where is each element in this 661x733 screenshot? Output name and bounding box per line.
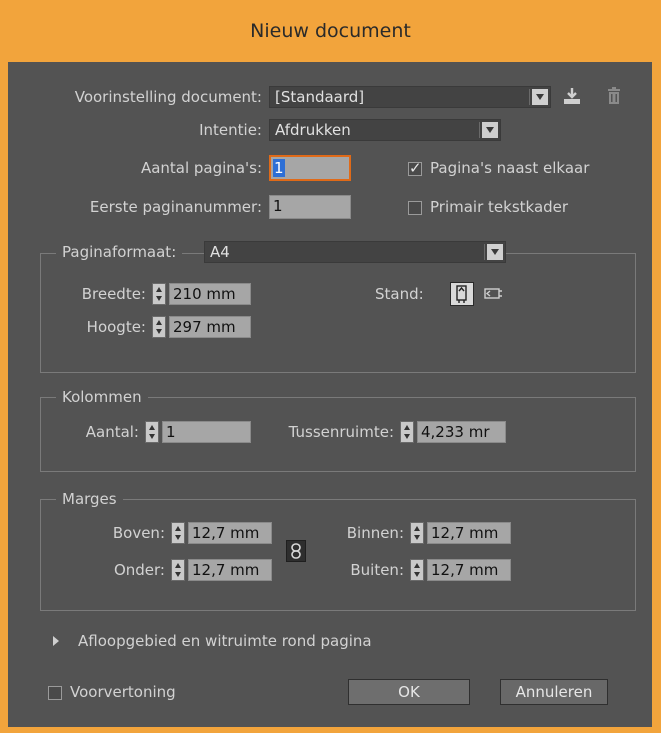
width-value: 210 mm	[173, 285, 236, 303]
margins-group	[40, 499, 636, 611]
trash-icon[interactable]	[604, 86, 624, 106]
margin-inside-value: 12,7 mm	[431, 524, 499, 542]
gutter-input[interactable]: 4,233 mr	[417, 421, 506, 443]
portrait-orientation-icon[interactable]	[450, 282, 474, 306]
page-size-dropdown[interactable]: A4	[204, 241, 506, 263]
save-preset-icon[interactable]	[562, 86, 582, 106]
dialog-title: Nieuw document	[250, 20, 411, 42]
columns-title: Kolommen	[56, 386, 148, 408]
page-size-separator	[484, 244, 485, 260]
margin-inside-input[interactable]: 12,7 mm	[427, 522, 511, 544]
primary-text-frame-label: Primair tekstkader	[430, 198, 569, 216]
page-size-value: A4	[210, 243, 230, 261]
orientation-label: Stand:	[375, 285, 424, 303]
margin-outside-label: Buiten:	[350, 561, 404, 579]
facing-pages-label: Pagina's naast elkaar	[430, 159, 590, 177]
intent-label: Intentie:	[199, 121, 262, 139]
intent-separator	[479, 122, 480, 138]
landscape-orientation-icon[interactable]	[482, 283, 504, 305]
gutter-stepper[interactable]	[400, 421, 414, 443]
page-size-group	[40, 253, 636, 373]
bleed-label: Afloopgebied en witruimte rond pagina	[78, 632, 372, 650]
facing-pages-checkbox[interactable]	[408, 159, 422, 177]
bleed-disclosure[interactable]: Afloopgebied en witruimte rond pagina	[48, 630, 428, 652]
preset-separator	[529, 89, 530, 105]
width-input[interactable]: 210 mm	[169, 283, 251, 305]
margin-inside-label: Binnen:	[346, 524, 404, 542]
gutter-value: 4,233 mr	[421, 423, 490, 441]
triangle-right-icon	[53, 636, 59, 646]
width-label: Breedte:	[81, 285, 146, 303]
pages-label: Aantal pagina's:	[140, 159, 262, 177]
intent-value: Afdrukken	[275, 121, 351, 139]
margin-outside-stepper[interactable]	[410, 559, 424, 581]
margin-inside-stepper[interactable]	[410, 522, 424, 544]
height-stepper[interactable]	[152, 316, 166, 338]
preview-label: Voorvertoning	[70, 683, 176, 701]
height-input[interactable]: 297 mm	[169, 316, 251, 338]
preset-value: [Standaard]	[275, 88, 365, 106]
first-page-value: 1	[273, 197, 283, 215]
intent-dropdown[interactable]: Afdrukken	[269, 119, 501, 141]
height-label: Hoogte:	[86, 318, 146, 336]
dialog-window: Nieuw document Voorinstelling document: …	[0, 0, 661, 733]
margin-outside-input[interactable]: 12,7 mm	[427, 559, 511, 581]
ok-button[interactable]: OK	[348, 679, 470, 705]
pages-value: 1	[273, 159, 285, 177]
preview-checkbox[interactable]	[48, 686, 62, 700]
first-page-label: Eerste paginanummer:	[89, 198, 262, 216]
margin-outside-value: 12,7 mm	[431, 561, 499, 579]
chevron-down-icon	[532, 89, 548, 105]
first-page-input[interactable]: 1	[269, 195, 351, 219]
primary-text-frame-checkbox[interactable]	[408, 201, 422, 215]
page-size-label: Paginaformaat:	[56, 241, 183, 263]
preset-label: Voorinstelling document:	[74, 88, 262, 106]
margins-title: Marges	[56, 488, 123, 510]
height-value: 297 mm	[173, 318, 236, 336]
chevron-down-icon	[482, 122, 498, 138]
gutter-label: Tussenruimte:	[288, 423, 394, 441]
chevron-down-icon	[487, 244, 503, 260]
cancel-button[interactable]: Annuleren	[500, 679, 608, 705]
preset-dropdown[interactable]: [Standaard]	[269, 86, 551, 108]
pages-input[interactable]: 1	[269, 155, 351, 181]
dialog-body: Voorinstelling document: [Standaard] Int…	[8, 62, 652, 727]
width-stepper[interactable]	[152, 283, 166, 305]
